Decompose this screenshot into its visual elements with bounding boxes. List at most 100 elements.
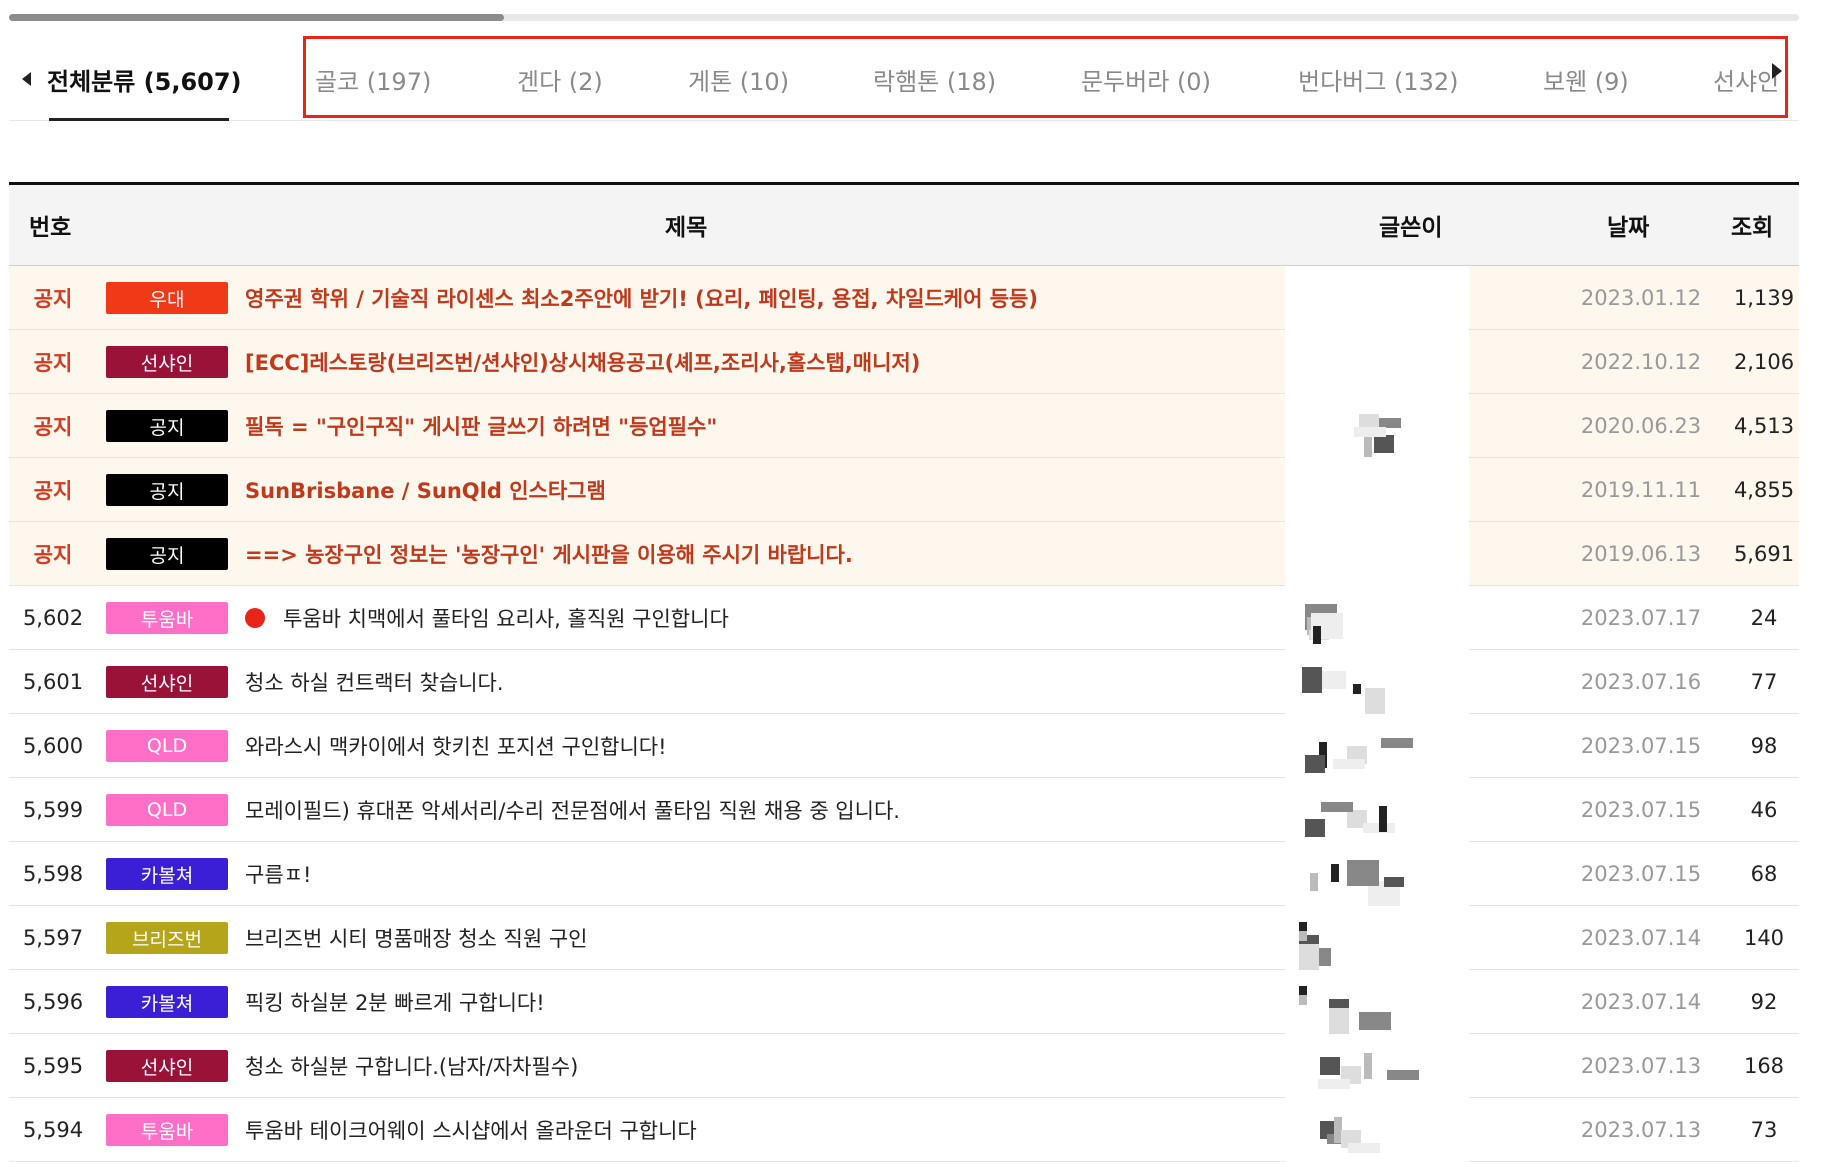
header-views: 조회 <box>1731 215 1774 241</box>
category-badge[interactable]: 공지 <box>106 474 228 506</box>
table-row[interactable]: 5,602 투움바 투움바 치맥에서 풀타임 요리사, 홀직원 구인합니다 20… <box>9 586 1799 650</box>
category-badge[interactable]: 투움바 <box>106 1114 228 1146</box>
author-avatar[interactable] <box>1285 1098 1469 1162</box>
notice-row[interactable]: 공지 공지 필독 = "구인구직" 게시판 글쓰기 하려면 "등업필수" 202… <box>9 394 1799 458</box>
category-nav-divider <box>9 120 1799 121</box>
post-title-cell[interactable]: 모레이필드) 휴대폰 악세서리/수리 전문점에서 풀타임 직원 채용 중 입니다… <box>245 778 1285 842</box>
category-badge[interactable]: QLD <box>106 730 228 762</box>
category-badge-cell: 브리즈번 <box>106 906 228 970</box>
author-avatar[interactable] <box>1285 266 1469 330</box>
author-avatar[interactable] <box>1285 586 1469 650</box>
category-badge-cell: 공지 <box>106 394 228 458</box>
post-title[interactable]: SunBrisbane / SunQld 인스타그램 <box>245 475 606 505</box>
category-badge-cell: 선샤인 <box>106 330 228 394</box>
category-badge[interactable]: QLD <box>106 794 228 826</box>
category-badge[interactable]: 공지 <box>106 410 228 442</box>
category-badge[interactable]: 선샤인 <box>106 666 228 698</box>
author-avatar[interactable] <box>1285 330 1469 394</box>
category-badge-cell: 투움바 <box>106 586 228 650</box>
category-badge[interactable]: 카볼쳐 <box>106 986 228 1018</box>
post-title[interactable]: 필독 = "구인구직" 게시판 글쓰기 하려면 "등업필수" <box>245 411 717 441</box>
post-title[interactable]: 모레이필드) 휴대폰 악세서리/수리 전문점에서 풀타임 직원 채용 중 입니다… <box>245 795 900 825</box>
category-badge-cell: 공지 <box>106 458 228 522</box>
post-title-cell[interactable]: ==> 농장구인 정보는 '농장구인' 게시판을 이용해 주시기 바랍니다. <box>245 522 1285 586</box>
notice-row[interactable]: 공지 우대 영주권 학위 / 기술직 라이센스 최소2주안에 받기! (요리, … <box>9 266 1799 330</box>
post-title-cell[interactable]: 필독 = "구인구직" 게시판 글쓰기 하려면 "등업필수" <box>245 394 1285 458</box>
post-title-cell[interactable]: 구름ㅍ! <box>245 842 1285 906</box>
horizontal-scrollbar[interactable] <box>9 14 1799 21</box>
post-title-cell[interactable]: [ECC]레스토랑(브리즈번/션샤인)상시채용공고(셰프,조리사,홀스탭,매니저… <box>245 330 1285 394</box>
category-all-label: 전체분류 (5,607) <box>47 67 242 96</box>
post-title-cell[interactable]: 투움바 치맥에서 풀타임 요리사, 홀직원 구인합니다 <box>245 586 1285 650</box>
table-row[interactable]: 5,596 카볼쳐 픽킹 하실분 2분 빠르게 구합니다! 2023.07.14… <box>9 970 1799 1034</box>
blurred-author-pixel <box>1320 1057 1340 1075</box>
post-title[interactable]: ==> 농장구인 정보는 '농장구인' 게시판을 이용해 주시기 바랍니다. <box>245 539 853 569</box>
author-avatar[interactable] <box>1285 1034 1469 1098</box>
post-title[interactable]: 청소 하실분 구합니다.(남자/자차필수) <box>245 1051 578 1081</box>
table-row[interactable]: 5,595 선샤인 청소 하실분 구합니다.(남자/자차필수) 2023.07.… <box>9 1034 1799 1098</box>
post-title[interactable]: 영주권 학위 / 기술직 라이센스 최소2주안에 받기! (요리, 페인팅, 용… <box>245 283 1038 313</box>
post-title[interactable]: 투움바 치맥에서 풀타임 요리사, 홀직원 구인합니다 <box>283 603 729 633</box>
category-badge-cell: 카볼쳐 <box>106 970 228 1034</box>
table-row[interactable]: 5,598 카볼쳐 구름ㅍ! 2023.07.15 68 <box>9 842 1799 907</box>
table-row[interactable]: 5,601 선샤인 청소 하실 컨트랙터 찾습니다. 2023.07.16 77 <box>9 650 1799 714</box>
author-avatar[interactable] <box>1285 842 1469 907</box>
category-all-tab[interactable]: 전체분류 (5,607) <box>22 36 242 122</box>
post-title-cell[interactable]: 와라스시 맥카이에서 핫키친 포지션 구인합니다! <box>245 714 1285 778</box>
post-title[interactable]: [ECC]레스토랑(브리즈번/션샤인)상시채용공고(셰프,조리사,홀스탭,매니저… <box>245 347 920 377</box>
chevron-left-icon[interactable] <box>22 72 31 86</box>
scrollbar-thumb[interactable] <box>9 14 504 21</box>
author-avatar[interactable] <box>1285 458 1469 522</box>
author-avatar[interactable] <box>1285 970 1469 1034</box>
post-title-cell[interactable]: 영주권 학위 / 기술직 라이센스 최소2주안에 받기! (요리, 페인팅, 용… <box>245 266 1285 330</box>
chevron-right-icon[interactable] <box>1772 63 1782 79</box>
author-avatar[interactable] <box>1285 650 1469 714</box>
notice-row[interactable]: 공지 공지 SunBrisbane / SunQld 인스타그램 2019.11… <box>9 458 1799 522</box>
category-badge-cell: 우대 <box>106 266 228 330</box>
post-number: 공지 <box>33 287 73 311</box>
blurred-author-pixel <box>1302 667 1322 693</box>
category-badge[interactable]: 투움바 <box>106 602 228 634</box>
author-avatar[interactable] <box>1285 522 1469 586</box>
author-avatar[interactable] <box>1285 778 1469 842</box>
author-avatar[interactable] <box>1285 714 1469 778</box>
post-title[interactable]: 투움바 테이크어웨이 스시샵에서 올라운더 구합니다 <box>245 1115 697 1145</box>
header-title: 제목 <box>665 215 708 241</box>
view-count: 140 <box>1743 926 1785 950</box>
blurred-author-pixel <box>1381 738 1413 748</box>
post-number: 공지 <box>33 543 73 567</box>
table-row[interactable]: 5,597 브리즈번 브리즈번 시티 명품매장 청소 직원 구인 2023.07… <box>9 906 1799 970</box>
post-title-cell[interactable]: 투움바 테이크어웨이 스시샵에서 올라운더 구합니다 <box>245 1098 1285 1162</box>
category-badge-cell: QLD <box>106 778 228 842</box>
category-badge[interactable]: 브리즈번 <box>106 922 228 954</box>
post-title-cell[interactable]: 청소 하실 컨트랙터 찾습니다. <box>245 650 1285 714</box>
category-badge[interactable]: 공지 <box>106 538 228 570</box>
category-badge[interactable]: 카볼쳐 <box>106 858 228 890</box>
post-number: 5,601 <box>22 670 84 694</box>
blurred-author-pixel <box>1364 1053 1372 1079</box>
post-title-cell[interactable]: 청소 하실분 구합니다.(남자/자차필수) <box>245 1034 1285 1098</box>
post-title[interactable]: 브리즈번 시티 명품매장 청소 직원 구인 <box>245 923 588 953</box>
table-row[interactable]: 5,599 QLD 모레이필드) 휴대폰 악세서리/수리 전문점에서 풀타임 직… <box>9 778 1799 842</box>
category-badge[interactable]: 우대 <box>106 282 228 314</box>
table-row[interactable]: 5,600 QLD 와라스시 맥카이에서 핫키친 포지션 구인합니다! 2023… <box>9 714 1799 778</box>
post-title[interactable]: 구름ㅍ! <box>245 859 311 889</box>
blurred-author-pixel <box>1333 759 1365 769</box>
blurred-author-pixel <box>1331 864 1339 882</box>
post-title[interactable]: 픽킹 하실분 2분 빠르게 구합니다! <box>245 987 545 1017</box>
post-number: 5,594 <box>22 1118 84 1142</box>
notice-row[interactable]: 공지 공지 ==> 농장구인 정보는 '농장구인' 게시판을 이용해 주시기 바… <box>9 522 1799 586</box>
post-title[interactable]: 청소 하실 컨트랙터 찾습니다. <box>245 667 504 697</box>
table-row[interactable]: 5,594 투움바 투움바 테이크어웨이 스시샵에서 올라운더 구합니다 202… <box>9 1098 1799 1162</box>
blurred-author-pixel <box>1359 1012 1391 1030</box>
notice-row[interactable]: 공지 선샤인 [ECC]레스토랑(브리즈번/션샤인)상시채용공고(셰프,조리사,… <box>9 330 1799 394</box>
category-badge[interactable]: 선샤인 <box>106 1050 228 1082</box>
post-title-cell[interactable]: 브리즈번 시티 명품매장 청소 직원 구인 <box>245 906 1285 970</box>
post-title-cell[interactable]: SunBrisbane / SunQld 인스타그램 <box>245 458 1285 522</box>
author-avatar[interactable] <box>1285 906 1469 970</box>
author-avatar[interactable] <box>1285 394 1469 458</box>
view-count: 4,513 <box>1733 414 1795 438</box>
category-badge[interactable]: 선샤인 <box>106 346 228 378</box>
post-title[interactable]: 와라스시 맥카이에서 핫키친 포지션 구인합니다! <box>245 731 667 761</box>
post-title-cell[interactable]: 픽킹 하실분 2분 빠르게 구합니다! <box>245 970 1285 1034</box>
